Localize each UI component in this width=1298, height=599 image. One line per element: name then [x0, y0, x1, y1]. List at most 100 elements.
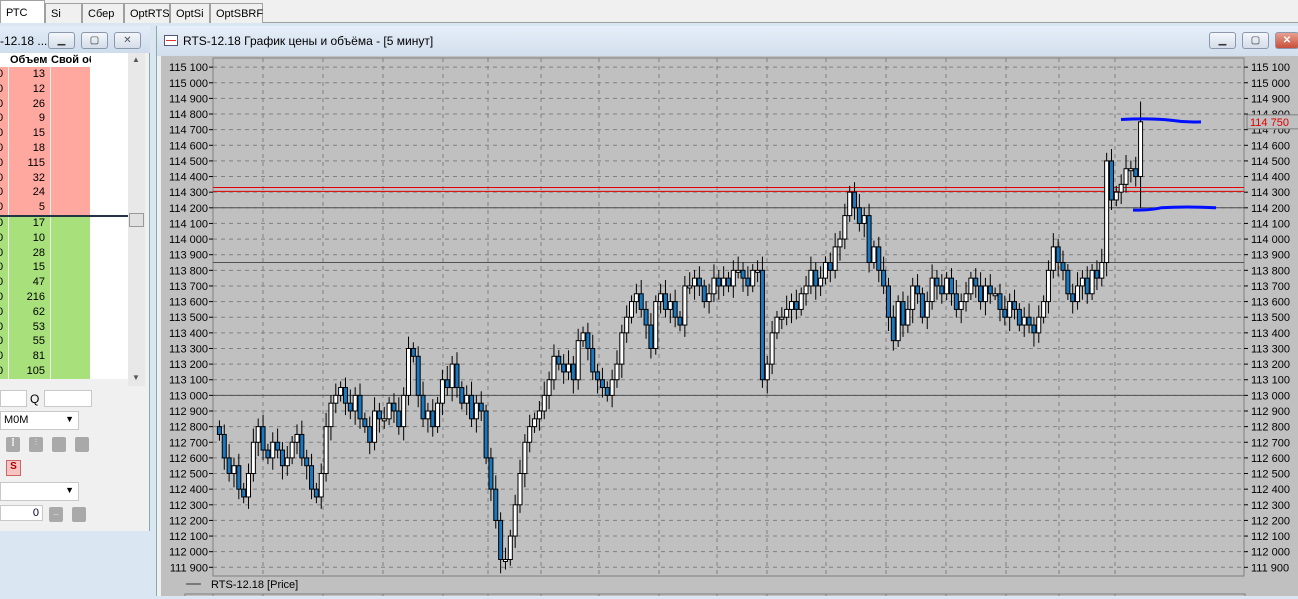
candle-body	[866, 215, 872, 264]
buy-limit-icon[interactable]: ⫿	[6, 437, 20, 452]
sell-row[interactable]: 0 13	[0, 67, 128, 82]
candle-body	[798, 293, 804, 310]
buy-row[interactable]: 0 216	[0, 290, 128, 305]
y-tick-label-left: 113 900	[169, 250, 208, 262]
scroll-down-icon[interactable]: ▼	[132, 373, 140, 382]
candle-body	[687, 285, 693, 289]
quantity-field[interactable]: 0	[0, 505, 43, 521]
candle-body	[507, 535, 513, 560]
sell-row[interactable]: 0 24	[0, 185, 128, 201]
candle-body	[493, 488, 499, 521]
own-volume-cell	[51, 96, 90, 112]
tab-4[interactable]: OptSi	[170, 3, 210, 23]
buy-row[interactable]: 0 28	[0, 245, 128, 261]
close-button[interactable]: ✕	[114, 32, 141, 49]
price-cell: 0	[0, 305, 4, 318]
buy-row[interactable]: 0 81	[0, 349, 128, 365]
sell-row[interactable]: 0 32	[0, 170, 128, 186]
y-tick-label-right: 111 900	[1251, 562, 1289, 574]
scroll-thumb[interactable]	[129, 213, 144, 227]
order-type-dropdown[interactable]: ▼	[0, 482, 79, 501]
volume-cell: 13	[32, 68, 45, 80]
buy-row[interactable]: 0 15	[0, 260, 128, 276]
own-volume-cell	[51, 275, 90, 291]
candle-body	[333, 394, 339, 404]
buy-row[interactable]: 0 53	[0, 319, 128, 335]
buy-row[interactable]: 0 10	[0, 230, 128, 246]
sell-limit-icon[interactable]: ⫶	[29, 437, 43, 452]
y-tick-label-right: 114 500	[1251, 156, 1290, 168]
candle-body	[973, 277, 979, 287]
buy-row[interactable]: 0 47	[0, 275, 128, 291]
y-tick-label-left: 112 800	[169, 422, 208, 434]
candle-body	[575, 340, 581, 381]
maximize-button[interactable]: ▢	[1242, 32, 1269, 49]
candle-body	[924, 301, 930, 318]
order-book-scrollbar[interactable]: ▲ ▼	[128, 53, 145, 386]
candle-body	[488, 457, 494, 490]
candle-body	[362, 418, 368, 428]
tab-0[interactable]: РТС	[0, 0, 45, 23]
y-tick-label-right: 112 300	[1251, 500, 1290, 512]
candle-body	[338, 387, 344, 396]
buy-row[interactable]: 0 17	[0, 216, 128, 231]
candle-body	[585, 332, 591, 349]
buy-row[interactable]: 0 55	[0, 334, 128, 350]
y-tick-label-left: 114 600	[169, 140, 208, 152]
action-button-5[interactable]	[72, 507, 86, 522]
candle-body	[517, 473, 523, 506]
candle-body	[803, 285, 809, 295]
y-tick-label-right: 113 900	[1251, 250, 1290, 262]
tab-3[interactable]: OptRTS	[124, 3, 170, 23]
candle-body	[769, 332, 775, 365]
candle-body	[216, 426, 222, 435]
scroll-up-icon[interactable]: ▲	[132, 55, 140, 64]
candle-body	[376, 410, 382, 420]
candle-body	[992, 293, 998, 297]
tab-1[interactable]: Si	[45, 3, 82, 23]
y-tick-label-right: 113 200	[1251, 359, 1290, 371]
action-button-3[interactable]	[52, 437, 66, 452]
sell-row[interactable]: 0 26	[0, 96, 128, 112]
more-button[interactable]: ..	[49, 507, 63, 522]
account-dropdown[interactable]: M0M ▼	[0, 411, 79, 430]
y-tick-label-right: 114 100	[1251, 218, 1290, 230]
minimize-button[interactable]: ▁	[48, 32, 75, 49]
candle-body	[342, 387, 348, 404]
tab-2[interactable]: Сбер	[82, 3, 124, 23]
quantity-q-input[interactable]	[44, 390, 92, 407]
candle-body	[599, 379, 605, 389]
y-tick-label-left: 113 600	[169, 297, 208, 309]
candle-body	[692, 277, 698, 287]
sell-row[interactable]: 0 5	[0, 200, 128, 216]
action-button-4[interactable]	[75, 437, 89, 452]
sell-row[interactable]: 0 12	[0, 81, 128, 97]
candle-body	[444, 379, 450, 389]
sell-row[interactable]: 0 18	[0, 141, 128, 156]
tab-5[interactable]: OptSBRF	[210, 3, 263, 23]
sell-row[interactable]: 0 15	[0, 126, 128, 142]
candle-body	[313, 488, 319, 498]
price-cell: 0	[0, 156, 4, 169]
price-cell: 0	[0, 68, 4, 80]
volume-cell: 9	[38, 112, 45, 125]
candle-body	[1079, 277, 1085, 287]
price-input[interactable]	[0, 390, 27, 407]
price-cell: 0	[0, 142, 4, 154]
sell-row[interactable]: 0 9	[0, 111, 128, 127]
buy-row[interactable]: 0 105	[0, 364, 128, 379]
candle-body	[948, 277, 954, 295]
candle-body	[890, 316, 896, 342]
close-button[interactable]: ✕	[1275, 32, 1298, 49]
chart-area[interactable]: 115 100 115 100 115 000 115 000 114 900 114 9…	[161, 56, 1298, 599]
candle-body	[406, 347, 412, 396]
cancel-stop-icon[interactable]: S	[6, 460, 21, 476]
sell-row[interactable]: 0 115	[0, 155, 128, 171]
candle-body	[735, 269, 741, 273]
candle-body	[919, 293, 925, 318]
candle-body	[910, 285, 916, 310]
maximize-button[interactable]: ▢	[81, 32, 108, 49]
price-chart[interactable]: 115 100 115 100 115 000 115 000 114 900 114 9…	[161, 56, 1298, 599]
minimize-button[interactable]: ▁	[1209, 32, 1236, 49]
buy-row[interactable]: 0 62	[0, 304, 128, 320]
